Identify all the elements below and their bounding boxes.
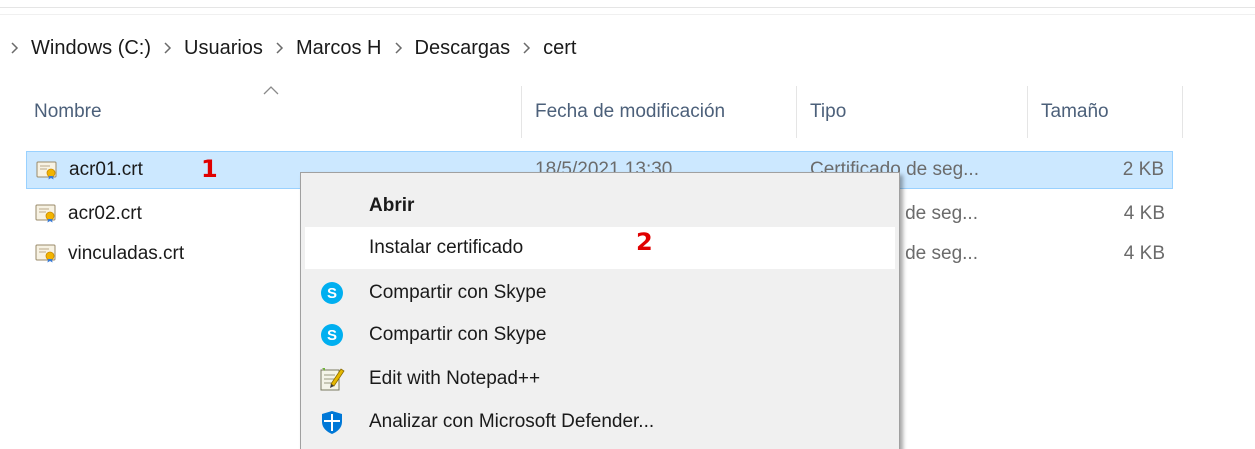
menu-item-label: Analizar con Microsoft Defender... [369, 411, 655, 432]
file-size: 2 KB [1122, 159, 1164, 180]
certificate-icon [35, 204, 56, 223]
menu-item-open[interactable]: Abrir [305, 185, 895, 227]
annotation-step-1: 1 [201, 155, 218, 183]
notepad-plus-plus-icon [320, 368, 345, 391]
chevron-right-icon[interactable] [275, 42, 284, 54]
sort-ascending-icon [263, 86, 279, 95]
certificate-icon [35, 244, 56, 263]
svg-text:S: S [327, 327, 337, 344]
breadcrumb-item-user[interactable]: Marcos H [296, 35, 382, 62]
breadcrumb-item-drive[interactable]: Windows (C:) [31, 35, 151, 62]
menu-item-share-skype[interactable]: S Compartir con Skype [305, 272, 895, 314]
defender-shield-icon [322, 411, 342, 434]
chevron-right-icon[interactable] [163, 42, 172, 54]
column-header-date[interactable]: Fecha de modificación [535, 86, 725, 138]
menu-item-label: Compartir con Skype [369, 282, 547, 303]
column-divider[interactable] [1027, 86, 1028, 138]
file-name: acr01.crt [69, 159, 143, 180]
annotation-step-2: 2 [636, 228, 653, 256]
chevron-right-icon[interactable] [394, 42, 403, 54]
window-edge-line [0, 7, 1255, 8]
breadcrumb-item-downloads[interactable]: Descargas [415, 35, 511, 62]
menu-item-label: Abrir [369, 195, 415, 216]
breadcrumb-item-users[interactable]: Usuarios [184, 35, 263, 62]
menu-item-label: Compartir con Skype [369, 324, 547, 345]
file-size: 4 KB [1123, 243, 1165, 264]
column-header-type[interactable]: Tipo [810, 86, 846, 138]
file-name: vinculadas.crt [68, 243, 185, 264]
svg-text:S: S [327, 285, 337, 302]
context-menu: Abrir Instalar certificado S Compartir c… [300, 172, 900, 449]
menu-item-edit-notepad[interactable]: Edit with Notepad++ [305, 358, 895, 400]
menu-item-defender-scan[interactable]: Analizar con Microsoft Defender... [305, 401, 895, 443]
chevron-right-icon[interactable] [522, 42, 531, 54]
column-divider[interactable] [521, 86, 522, 138]
breadcrumb[interactable]: Windows (C:) Usuarios Marcos H Descargas… [10, 33, 576, 63]
certificate-icon [36, 161, 57, 180]
file-name: acr02.crt [68, 203, 142, 224]
menu-item-label: Instalar certificado [369, 237, 524, 258]
skype-icon: S [321, 324, 343, 346]
menu-item-label: Edit with Notepad++ [369, 368, 541, 389]
skype-icon: S [321, 282, 343, 304]
file-size: 4 KB [1123, 203, 1165, 224]
window-edge-line [0, 14, 1255, 15]
column-divider[interactable] [1182, 86, 1183, 138]
chevron-right-icon[interactable] [10, 42, 19, 54]
column-header-name[interactable]: Nombre [34, 86, 102, 138]
column-header-size[interactable]: Tamaño [1041, 86, 1109, 138]
breadcrumb-item-cert[interactable]: cert [543, 35, 576, 62]
menu-item-install-certificate[interactable]: Instalar certificado [305, 227, 895, 269]
column-divider[interactable] [796, 86, 797, 138]
menu-item-share-skype[interactable]: S Compartir con Skype [305, 314, 895, 356]
